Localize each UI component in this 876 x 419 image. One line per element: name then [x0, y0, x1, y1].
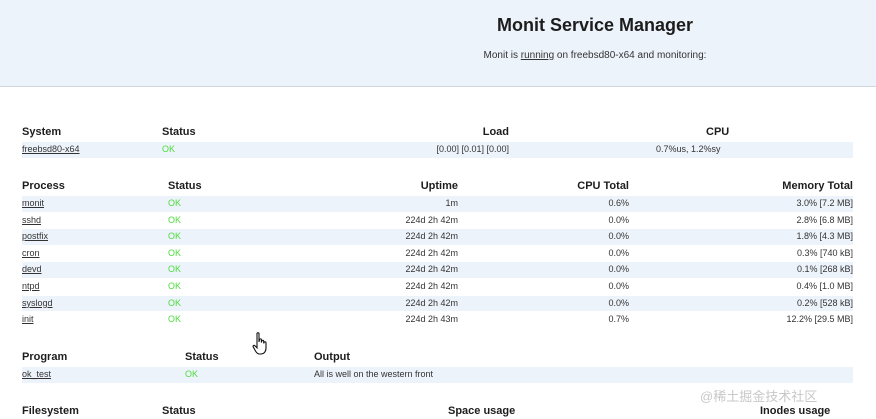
col-header-space-usage: Space usage: [448, 405, 516, 417]
memory-total-value: 0.4% [1.0 MB]: [796, 280, 853, 291]
memory-total-value: 3.0% [7.2 MB]: [796, 198, 853, 208]
process-header-row: Process Status Uptime CPU Total Memory T…: [22, 178, 853, 196]
cpu-total-value: 0.0%: [608, 214, 629, 225]
col-header-program: Program: [22, 351, 68, 363]
uptime-value: 1m: [445, 198, 458, 208]
cpu-total-value: 0.7%: [608, 314, 629, 325]
memory-total-value: 12.2% [29.5 MB]: [786, 314, 853, 325]
process-link[interactable]: monit: [22, 198, 44, 208]
process-link[interactable]: cron: [22, 248, 40, 258]
status-badge: OK: [162, 144, 176, 154]
table-row[interactable]: ntpd OK 224d 2h 42m 0.0% 0.4% [1.0 MB]: [22, 279, 853, 296]
process-link[interactable]: devd: [22, 264, 42, 274]
running-link[interactable]: running: [521, 50, 554, 61]
col-header-uptime: Uptime: [420, 180, 458, 192]
cpu-total-value: 0.0%: [608, 231, 629, 242]
table-row[interactable]: syslogd OK 224d 2h 42m 0.0% 0.2% [528 kB]: [22, 295, 853, 313]
col-header-cpu-total: CPU Total: [577, 180, 629, 192]
memory-total-value: 0.1% [268 kB]: [796, 264, 853, 275]
table-row[interactable]: monit OK 1m 0.6% 3.0% [7.2 MB]: [22, 196, 853, 213]
col-header-output: Output: [314, 351, 351, 363]
cpu-total-value: 0.0%: [608, 280, 629, 291]
uptime-value: 224d 2h 42m: [405, 214, 458, 225]
col-header-status: Status: [185, 351, 219, 363]
memory-total-value: 1.8% [4.3 MB]: [796, 231, 853, 242]
col-header-status: Status: [168, 180, 202, 192]
output-value: All is well on the western front: [314, 369, 434, 379]
uptime-value: 224d 2h 42m: [405, 231, 458, 242]
cpu-total-value: 0.0%: [608, 264, 629, 275]
system-header-row: System Status Load CPU: [22, 124, 853, 142]
system-table: System Status Load CPU freebsd80-x64 OK …: [22, 124, 853, 159]
subtitle-suffix: on freebsd80-x64 and monitoring:: [554, 50, 707, 61]
uptime-value: 224d 2h 42m: [405, 280, 458, 291]
memory-total-value: 2.8% [6.8 MB]: [796, 214, 853, 225]
program-table: Program Status Output ok_test OK All is …: [22, 349, 853, 384]
page-subtitle: Monit is running on freebsd80-x64 and mo…: [440, 50, 750, 61]
hand-pointer-icon: [252, 332, 267, 355]
table-row[interactable]: postfix OK 224d 2h 42m 0.0% 1.8% [4.3 MB]: [22, 229, 853, 246]
memory-total-value: 0.3% [740 kB]: [796, 247, 853, 258]
process-table: Process Status Uptime CPU Total Memory T…: [22, 178, 853, 329]
col-header-cpu: CPU: [706, 126, 730, 138]
program-link[interactable]: ok_test: [22, 369, 51, 379]
status-badge: OK: [168, 247, 182, 258]
status-badge: OK: [168, 314, 182, 325]
uptime-value: 224d 2h 42m: [405, 297, 458, 308]
filesystem-table: Filesystem Status Space usage Inodes usa…: [22, 403, 853, 419]
subtitle-prefix: Monit is: [483, 50, 521, 61]
process-link[interactable]: init: [22, 314, 34, 324]
col-header-memory-total: Memory Total: [782, 180, 853, 192]
uptime-value: 224d 2h 42m: [405, 247, 458, 258]
col-header-status: Status: [162, 126, 196, 138]
process-link[interactable]: sshd: [22, 215, 41, 225]
memory-total-value: 0.2% [528 kB]: [796, 297, 853, 308]
col-header-load: Load: [482, 126, 509, 138]
program-header-row: Program Status Output: [22, 349, 853, 367]
col-header-filesystem: Filesystem: [22, 405, 79, 417]
status-badge: OK: [168, 198, 182, 208]
process-link[interactable]: postfix: [22, 231, 48, 241]
cpu-total-value: 0.0%: [608, 247, 629, 258]
col-header-process: Process: [22, 180, 65, 192]
system-link[interactable]: freebsd80-x64: [22, 144, 80, 154]
col-header-inodes-usage: Inodes usage: [760, 405, 831, 417]
watermark: @稀土掘金技术社区: [700, 389, 818, 404]
table-row[interactable]: sshd OK 224d 2h 42m 0.0% 2.8% [6.8 MB]: [22, 213, 853, 230]
status-badge: OK: [185, 369, 199, 379]
status-badge: OK: [168, 214, 182, 225]
table-row[interactable]: devd OK 224d 2h 42m 0.0% 0.1% [268 kB]: [22, 262, 853, 279]
status-badge: OK: [168, 280, 182, 291]
table-row[interactable]: init OK 224d 2h 43m 0.7% 12.2% [29.5 MB]: [22, 312, 853, 329]
uptime-value: 224d 2h 43m: [405, 314, 458, 325]
cpu-total-value: 0.6%: [608, 198, 629, 208]
col-header-system: System: [22, 126, 62, 138]
load-value: [0.00] [0.01] [0.00]: [436, 144, 509, 154]
cpu-value: 0.7%us, 1.2%sy: [656, 144, 721, 154]
page-header: Monit Service Manager Monit is running o…: [0, 0, 876, 87]
filesystem-header-row: Filesystem Status Space usage Inodes usa…: [22, 403, 853, 419]
col-header-status: Status: [162, 405, 196, 417]
status-badge: OK: [168, 264, 182, 275]
status-badge: OK: [168, 231, 182, 242]
page-title: Monit Service Manager: [496, 15, 694, 35]
process-link[interactable]: syslogd: [22, 298, 53, 308]
cpu-total-value: 0.0%: [608, 297, 629, 308]
table-row[interactable]: freebsd80-x64 OK [0.00] [0.01] [0.00] 0.…: [22, 142, 853, 159]
uptime-value: 224d 2h 42m: [405, 264, 458, 275]
process-link[interactable]: ntpd: [22, 281, 40, 291]
table-row[interactable]: ok_test OK All is well on the western fr…: [22, 367, 853, 384]
status-badge: OK: [168, 297, 182, 308]
table-row[interactable]: cron OK 224d 2h 42m 0.0% 0.3% [740 kB]: [22, 246, 853, 263]
